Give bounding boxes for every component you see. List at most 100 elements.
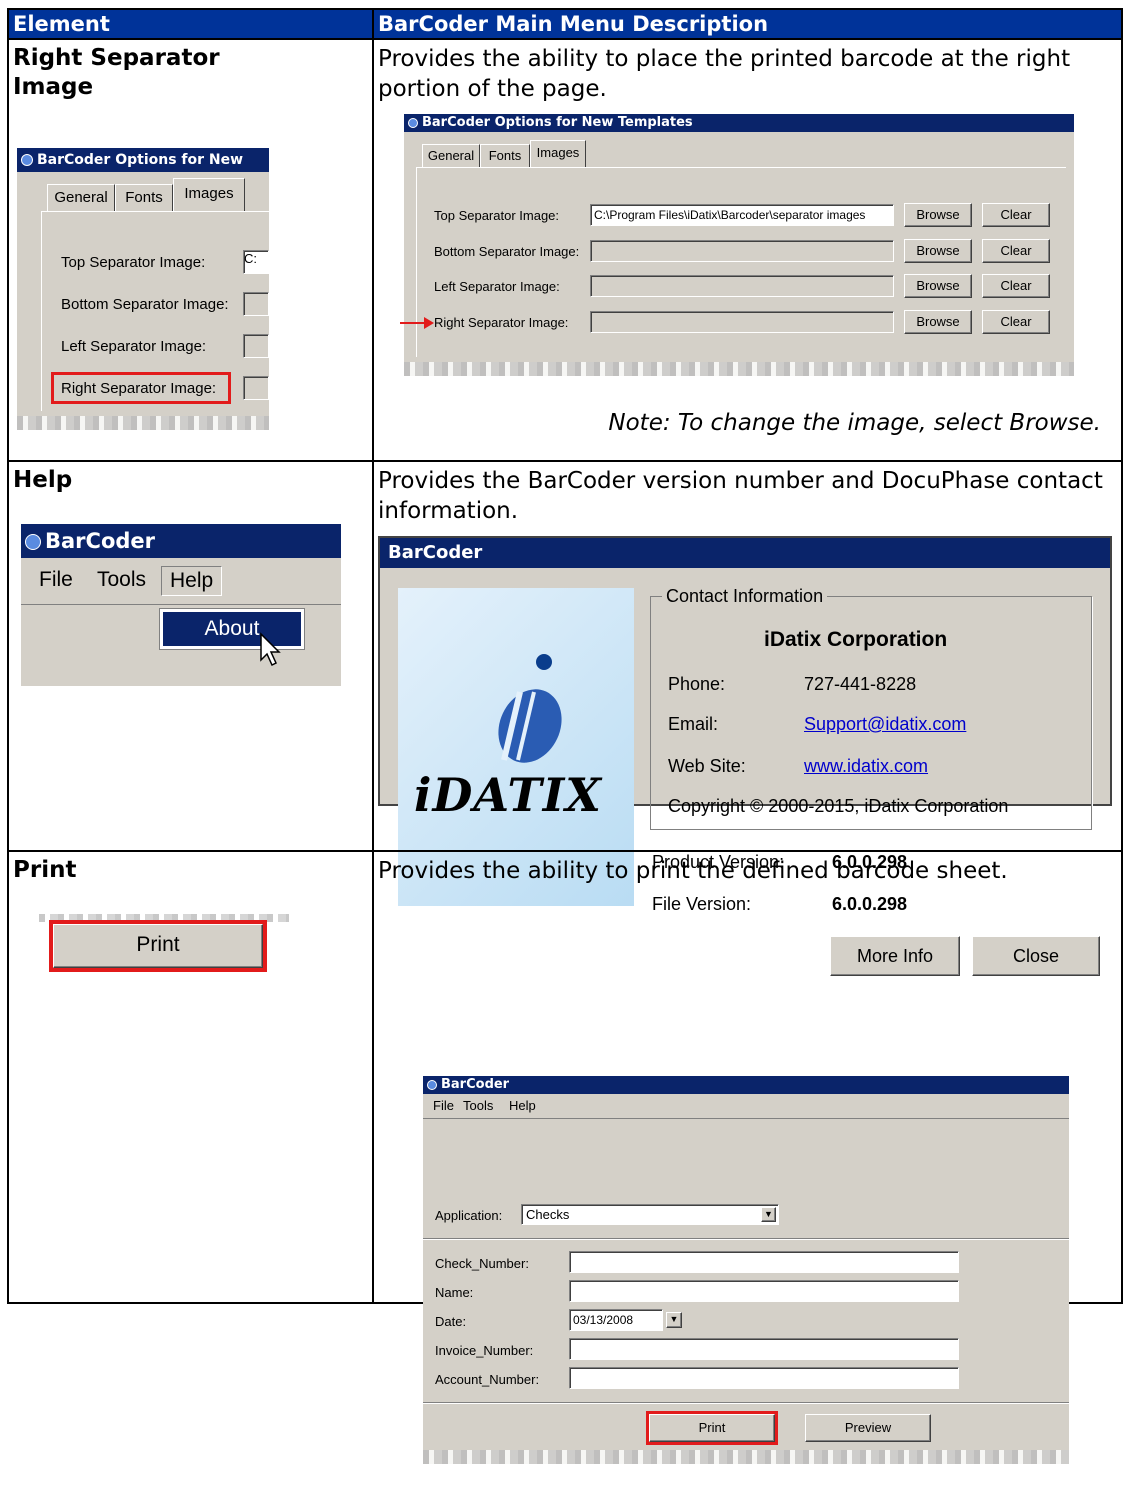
right-sep-field[interactable] <box>243 376 269 400</box>
options-dialog: BarCoder Options for New Templates Gener… <box>400 114 1074 376</box>
element-cell: Right Separator Image BarCoder Options f… <box>9 40 374 460</box>
top-sep-field[interactable]: C:\Program Files\iDatix\Barcoder\separat… <box>590 204 894 226</box>
date-chevron-down-icon[interactable]: ▼ <box>666 1312 682 1328</box>
tab-images[interactable]: Images <box>173 178 245 212</box>
description-text: Provides the BarCoder version number and… <box>378 468 1103 524</box>
check-number-input[interactable] <box>569 1251 959 1273</box>
email-link[interactable]: Support@idatix.com <box>804 714 966 735</box>
highlight-box <box>51 372 231 404</box>
bottom-sep-label: Bottom Separator Image: <box>61 296 229 313</box>
thumb-titlebar: BarCoder <box>21 524 341 558</box>
date-input[interactable]: 03/13/2008 <box>569 1309 663 1331</box>
window-titlebar: BarCoder <box>423 1076 1069 1094</box>
tab-general[interactable]: General <box>422 144 480 168</box>
print-button[interactable]: Print <box>49 920 267 972</box>
invoice-number-label: Invoice_Number: <box>435 1343 534 1358</box>
note-text: Note: To change the image, select Browse… <box>608 410 1101 436</box>
right-clear-button[interactable]: Clear <box>982 310 1050 334</box>
left-sep-field[interactable] <box>243 334 269 358</box>
date-label: Date: <box>435 1314 467 1329</box>
thumb-titlebar: BarCoder Options for New <box>17 148 269 172</box>
menu-divider <box>21 604 341 605</box>
phone-value: 727-441-8228 <box>804 674 917 694</box>
left-browse-button[interactable]: Browse <box>904 274 972 298</box>
element-name: Print <box>13 857 77 883</box>
tab-images[interactable]: Images <box>530 140 586 168</box>
window-title: BarCoder <box>441 1077 510 1092</box>
website-link[interactable]: www.idatix.com <box>804 756 928 777</box>
top-clear-button[interactable]: Clear <box>982 203 1050 227</box>
bottom-sep-field[interactable] <box>590 240 894 262</box>
red-arrow-icon <box>400 317 434 329</box>
print-thumbnail: Print <box>39 914 289 976</box>
element-name: Right Separator Image <box>13 45 220 100</box>
top-sep-field[interactable]: C: <box>243 250 269 274</box>
tab-general[interactable]: General <box>47 184 115 212</box>
company-name: iDatix Corporation <box>764 628 948 651</box>
application-select[interactable]: Checks <box>521 1204 779 1225</box>
left-sep-label: Left Separator Image: <box>61 338 207 355</box>
element-name: Help <box>13 467 73 493</box>
table-row: Help BarCoder File Tools Help About Prov… <box>9 460 1121 914</box>
preview-button[interactable]: Preview <box>805 1414 931 1442</box>
left-sep-label: Left Separator Image: <box>434 279 560 294</box>
element-cell: Print Print <box>9 852 374 1302</box>
bottom-browse-button[interactable]: Browse <box>904 239 972 263</box>
thumb-title: BarCoder <box>45 529 156 553</box>
options-thumbnail: BarCoder Options for New General Fonts I… <box>17 148 269 430</box>
table-header: Element BarCoder Main Menu Description <box>9 10 1121 38</box>
description-cell: Provides the BarCoder version number and… <box>374 462 1121 914</box>
left-sep-field[interactable] <box>590 275 894 297</box>
torn-edge <box>17 416 269 430</box>
more-info-button[interactable]: More Info <box>830 936 960 976</box>
logo-mark-icon <box>498 654 562 763</box>
thumb-title: BarCoder Options for New <box>37 152 244 168</box>
barcoder-print-window: BarCoder File Tools Help Application: Ch… <box>423 1076 1069 1464</box>
about-dialog: BarCoder iDATIX Contact Information iDat… <box>378 536 1112 914</box>
menu-file[interactable]: File <box>39 568 73 592</box>
dialog-titlebar: BarCoder Options for New Templates <box>404 114 1074 132</box>
header-element: Element <box>9 10 374 38</box>
description-text: Provides the ability to print the define… <box>378 858 1008 884</box>
menu-file[interactable]: File <box>433 1098 454 1113</box>
description-cell: Provides the ability to place the printe… <box>374 40 1121 460</box>
bottom-clear-button[interactable]: Clear <box>982 239 1050 263</box>
torn-edge <box>423 1450 1069 1464</box>
bottom-sep-field[interactable] <box>243 292 269 316</box>
tab-fonts[interactable]: Fonts <box>480 144 530 168</box>
cursor-icon <box>260 632 281 667</box>
app-icon <box>408 117 418 128</box>
check-number-label: Check_Number: <box>435 1256 529 1271</box>
chevron-down-icon[interactable]: ▼ <box>761 1207 776 1222</box>
menu-help[interactable]: Help <box>161 566 223 596</box>
name-input[interactable] <box>569 1280 959 1302</box>
menu-divider <box>423 1118 1069 1119</box>
bottom-sep-label: Bottom Separator Image: <box>434 244 580 259</box>
menu-tools[interactable]: Tools <box>97 568 146 592</box>
description-text: Provides the ability to place the printe… <box>378 46 1071 102</box>
torn-edge <box>39 914 289 922</box>
menu-tools[interactable]: Tools <box>463 1098 493 1113</box>
invoice-number-input[interactable] <box>569 1338 959 1360</box>
section-divider <box>423 1238 1069 1240</box>
print-button[interactable]: Print <box>646 1411 778 1445</box>
email-label: Email: <box>668 714 719 734</box>
right-sep-field[interactable] <box>590 311 894 333</box>
dialog-title: BarCoder Options for New Templates <box>422 115 693 130</box>
app-icon <box>427 1079 437 1090</box>
right-sep-label: Right Separator Image: <box>434 315 569 330</box>
left-clear-button[interactable]: Clear <box>982 274 1050 298</box>
account-number-input[interactable] <box>569 1367 959 1389</box>
header-description: BarCoder Main Menu Description <box>378 12 769 36</box>
section-divider <box>423 1402 1069 1404</box>
dialog-titlebar: BarCoder <box>380 538 1110 568</box>
right-browse-button[interactable]: Browse <box>904 310 972 334</box>
tab-fonts[interactable]: Fonts <box>115 184 173 212</box>
menu-help[interactable]: Help <box>509 1098 536 1113</box>
contact-group-label: Contact Information <box>662 586 828 607</box>
app-icon <box>21 154 33 166</box>
close-button[interactable]: Close <box>972 936 1100 976</box>
application-label: Application: <box>435 1208 503 1223</box>
top-browse-button[interactable]: Browse <box>904 203 972 227</box>
top-sep-label: Top Separator Image: <box>434 208 560 223</box>
